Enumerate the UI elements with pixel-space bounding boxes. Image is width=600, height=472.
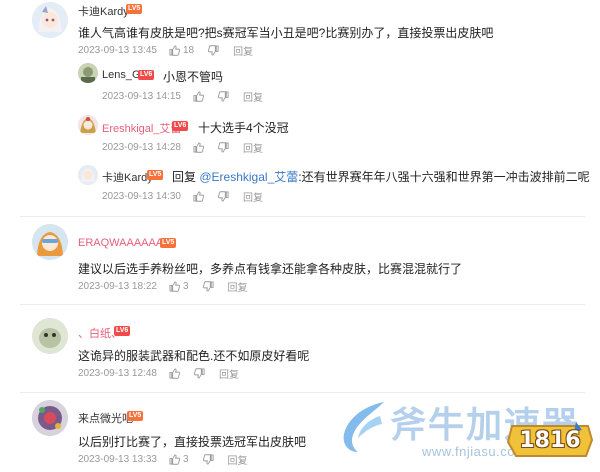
swirl-logo-icon [343, 402, 384, 452]
watermark: 斧牛加速器 www.fnjiasu.com 1816 [330, 392, 598, 472]
reply-author[interactable]: Ereshkigal_艾蕾 [102, 120, 181, 136]
comment-time: 2023-09-13 18:22 [78, 281, 157, 292]
reply-button[interactable]: 回复 [243, 89, 263, 104]
like-button[interactable] [193, 142, 204, 153]
thumbs-down-icon [208, 45, 219, 56]
thumbs-up-icon [169, 454, 180, 465]
reply-text: 小恩不管吗 [163, 70, 224, 84]
reply-meta: 2023-09-13 14:30 回复 [102, 189, 263, 204]
thumbs-down-icon [202, 281, 214, 292]
comment-meta: 2023-09-13 18:22 3 回复 [78, 279, 248, 294]
reply-button[interactable]: 回复 [228, 452, 248, 467]
thumbs-up-icon [193, 142, 204, 153]
avatar[interactable] [32, 400, 68, 436]
reply-time: 2023-09-13 14:15 [102, 91, 181, 102]
watermark-badge: 1816 [506, 422, 594, 460]
reply-prefix: 回复 [172, 170, 197, 184]
comment-text: 建议以后选手养粉丝吧，多养点有钱拿还能拿各种皮肤，比赛混混就行了 [78, 262, 463, 276]
avatar-image [78, 165, 98, 185]
dislike-button[interactable] [193, 368, 205, 379]
level-badge: LV6 [114, 326, 131, 336]
dislike-button[interactable] [208, 45, 219, 56]
comment-author[interactable]: ERAQWAAAAAAA [78, 237, 171, 249]
level-badge: LV6 [172, 121, 189, 131]
divider [20, 216, 585, 217]
comment-meta: 2023-09-13 13:33 3 回复 [78, 452, 248, 467]
comment-time: 2023-09-13 13:33 [78, 454, 157, 465]
avatar[interactable] [78, 165, 98, 185]
like-count: 3 [182, 281, 189, 292]
like-count: 3 [182, 454, 189, 465]
like-button[interactable]: 3 [169, 454, 189, 465]
comment-time: 2023-09-13 12:48 [78, 368, 157, 379]
thumbs-down-icon [217, 191, 229, 202]
thumbs-down-icon [193, 368, 205, 379]
level-badge: LV5 [147, 170, 164, 180]
comment-meta: 2023-09-13 13:45 18 回复 [78, 43, 253, 58]
reply-button[interactable]: 回复 [243, 140, 263, 155]
avatar[interactable] [78, 63, 98, 83]
reply-button[interactable]: 回复 [219, 366, 239, 381]
comment-text: 谁人气高谁有皮肤是吧?把s赛冠军当小丑是吧?比赛别办了，直接投票出皮肤吧 [78, 26, 494, 40]
level-badge: LV6 [138, 70, 155, 80]
like-button[interactable] [169, 368, 180, 379]
thumbs-up-icon [193, 191, 204, 202]
reply-body: :还有世界赛年年八强十六强和世界第一冲击波排前二呢 [298, 170, 590, 184]
reply-time: 2023-09-13 14:30 [102, 191, 181, 202]
reply-button[interactable]: 回复 [243, 189, 263, 204]
reply-text: 十大选手4个没冠 [198, 121, 289, 135]
thumbs-down-icon [202, 454, 214, 465]
badge-label: 1816 [519, 428, 581, 453]
like-button[interactable] [193, 91, 204, 102]
avatar[interactable] [32, 224, 68, 260]
avatar-image [32, 400, 68, 436]
comment-author[interactable]: 来点微光吧 [78, 410, 133, 426]
dislike-button[interactable] [217, 142, 229, 153]
like-button[interactable] [193, 191, 204, 202]
reply-meta: 2023-09-13 14:15 回复 [102, 89, 263, 104]
dislike-button[interactable] [202, 454, 214, 465]
comment-meta: 2023-09-13 12:48 回复 [78, 366, 239, 381]
level-badge: LV5 [160, 238, 177, 248]
avatar[interactable] [32, 2, 68, 38]
thumbs-up-icon [169, 281, 180, 292]
comment-text: 这诡异的服装武器和配色.还不如原皮好看呢 [78, 349, 310, 363]
dislike-button[interactable] [202, 281, 214, 292]
comment-author[interactable]: 卡迪Kardy [78, 3, 129, 19]
comment-time: 2023-09-13 13:45 [78, 45, 157, 56]
thumbs-down-icon [217, 91, 229, 102]
avatar-image [78, 115, 98, 135]
avatar-image [78, 63, 98, 83]
thumbs-up-icon [193, 91, 204, 102]
avatar-image [32, 224, 68, 260]
thumbs-up-icon [169, 368, 180, 379]
comment-text: 以后别打比赛了，直接投票选冠军出皮肤吧 [78, 435, 307, 449]
like-count: 18 [182, 45, 195, 56]
reply-author[interactable]: Lens_G [102, 69, 141, 81]
avatar[interactable] [78, 115, 98, 135]
dislike-button[interactable] [217, 191, 229, 202]
reply-meta: 2023-09-13 14:28 回复 [102, 140, 263, 155]
reply-time: 2023-09-13 14:28 [102, 142, 181, 153]
reply-button[interactable]: 回复 [233, 43, 253, 58]
avatar-image [32, 318, 68, 354]
thumbs-up-icon [169, 45, 180, 56]
like-button[interactable]: 3 [169, 281, 189, 292]
dislike-button[interactable] [217, 91, 229, 102]
reply-text: 回复 @Ereshkigal_艾蕾:还有世界赛年年八强十六强和世界第一冲击波排前… [172, 168, 590, 185]
avatar[interactable] [32, 318, 68, 354]
mention-link[interactable]: @Ereshkigal_艾蕾 [199, 170, 298, 184]
level-badge: LV5 [126, 4, 143, 14]
like-button[interactable]: 18 [169, 45, 194, 56]
divider [20, 304, 585, 305]
level-badge: LV5 [127, 411, 144, 421]
reply-author[interactable]: 卡迪Kardy [102, 169, 153, 185]
avatar-image [32, 2, 68, 38]
thumbs-down-icon [217, 142, 229, 153]
reply-button[interactable]: 回复 [228, 279, 248, 294]
